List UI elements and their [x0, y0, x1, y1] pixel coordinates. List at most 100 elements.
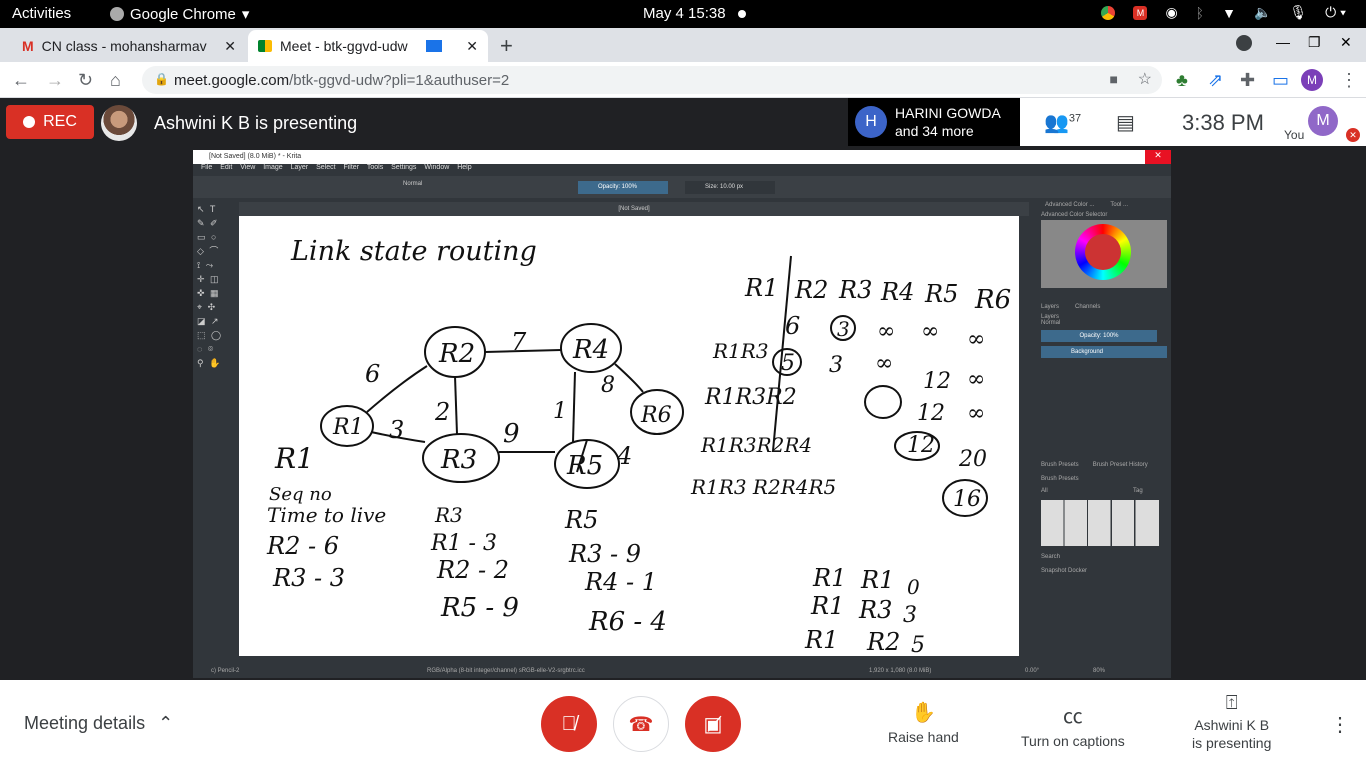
tab-gmail[interactable]: M CN class - mohansharmav ✕: [12, 30, 246, 62]
minimize-icon[interactable]: —: [1276, 34, 1290, 50]
you-label: You: [1284, 128, 1305, 142]
self-avatar[interactable]: M: [1308, 106, 1338, 136]
microphone-icon[interactable]: 🎙: [1289, 4, 1307, 21]
layer-blend-select[interactable]: Normal: [1037, 320, 1171, 326]
clock[interactable]: May 4 15:38: [643, 5, 747, 22]
meet-controls-bar: Meeting details ⌃ 🎙̸ ☎ ▣̸ ✋ Raise hand ㏄ T…: [0, 680, 1366, 768]
back-icon[interactable]: ←: [12, 70, 30, 91]
table-cell: 6: [785, 312, 800, 340]
edge-cost: 7: [511, 328, 527, 356]
note-line: Seq no: [269, 484, 332, 505]
system-tray[interactable]: M ◉ ᛒ ▼ 🔈 🎙 ⏻ ▾: [1101, 4, 1346, 21]
forward-icon[interactable]: →: [46, 70, 64, 91]
hand-icon: ✋: [910, 702, 936, 724]
close-tab-icon[interactable]: ✕: [466, 38, 478, 55]
opacity-slider[interactable]: Opacity: 100%: [578, 181, 668, 194]
tab-search-icon[interactable]: [1236, 35, 1252, 51]
reload-icon[interactable]: ↻: [78, 70, 93, 91]
cast-icon[interactable]: ▭: [1272, 70, 1289, 91]
address-bar[interactable]: 🔒 meet.google.com/btk-ggvd-udw?pli=1&aut…: [142, 66, 1162, 94]
brush-grid[interactable]: [1041, 500, 1159, 546]
dock-tab-tool[interactable]: Tool ...: [1110, 202, 1128, 208]
lock-icon: 🔒: [154, 72, 169, 86]
chrome-tray-icon[interactable]: [1101, 5, 1116, 20]
people-button[interactable]: 👥37: [1044, 110, 1081, 135]
activities-button[interactable]: Activities: [12, 5, 71, 22]
meeting-details-button[interactable]: Meeting details ⌃: [24, 713, 173, 734]
layer-row[interactable]: Background: [1041, 346, 1167, 358]
size-slider[interactable]: Size: 10.00 px: [685, 181, 775, 194]
result-cell: R2: [866, 628, 900, 656]
extensions-puzzle-icon[interactable]: ✚: [1240, 70, 1255, 91]
power-icon[interactable]: ⏻ ▾: [1325, 4, 1346, 21]
document-tab[interactable]: [Not Saved]: [239, 202, 1029, 216]
note-line: R1 - 3: [430, 531, 497, 556]
table-cell: 20: [958, 447, 987, 472]
presentation-button[interactable]: ⍐ Ashwini K B is presenting: [1192, 693, 1271, 752]
node-label: R5: [566, 451, 603, 481]
result-cell: 3: [903, 603, 917, 628]
tab-brush-history[interactable]: Brush Preset History: [1093, 462, 1148, 468]
close-tab-icon[interactable]: ✕: [224, 38, 236, 55]
camera-blocked-icon[interactable]: ■: [1110, 71, 1118, 87]
close-window-icon[interactable]: ✕: [1340, 34, 1352, 51]
krita-window: [Not Saved] (8.0 MiB) * - Krita ✕ File E…: [193, 150, 1171, 678]
gmail-tray-icon[interactable]: M: [1133, 5, 1148, 20]
recording-badge[interactable]: REC: [6, 105, 94, 139]
chat-icon[interactable]: ▤: [1116, 110, 1135, 135]
krita-menu-bar[interactable]: File Edit View Image Layer Select Filter…: [193, 164, 1171, 176]
blend-mode-select[interactable]: Normal: [403, 181, 422, 187]
table-header-cell: R2: [794, 276, 828, 304]
tab-channels[interactable]: Channels: [1075, 304, 1100, 310]
camera-off-icon: ▣̸: [703, 713, 723, 736]
home-icon[interactable]: ⌂: [110, 70, 121, 91]
color-selector[interactable]: [1041, 220, 1167, 288]
edge-r4-r5: [572, 371, 576, 443]
camera-toggle-button[interactable]: ▣̸: [685, 696, 741, 752]
leave-call-button[interactable]: ☎: [613, 696, 669, 752]
color-triangle[interactable]: [1085, 234, 1121, 270]
edge-cost: 8: [601, 373, 615, 398]
more-options-icon[interactable]: ⋮: [1330, 712, 1350, 737]
presenting-label: Ashwini K B is presenting: [154, 113, 358, 133]
tab-strip: M CN class - mohansharmav ✕ Meet - btk-g…: [0, 28, 1366, 62]
app-menu[interactable]: Google Chrome ▾: [110, 5, 249, 23]
edge-cost: 3: [389, 416, 404, 444]
krita-close-icon[interactable]: ✕: [1145, 150, 1171, 164]
tab-meet[interactable]: Meet - btk-ggvd-udw ✕: [248, 30, 488, 62]
profile-avatar[interactable]: M: [1301, 69, 1323, 91]
layer-opacity-slider[interactable]: Opacity: 100%: [1041, 330, 1157, 342]
captions-button[interactable]: ㏄ Turn on captions: [1021, 700, 1125, 749]
handwritten-drawing: Link state routing R2 R4 R1 R6 R3 R5 6 3…: [266, 236, 1011, 658]
tab-brush-presets[interactable]: Brush Presets: [1041, 462, 1079, 468]
result-cell: 5: [911, 633, 925, 656]
wifi-icon[interactable]: ▼: [1222, 5, 1236, 21]
note-line: R3 - 9: [568, 540, 641, 568]
table-cell: ∞: [877, 319, 895, 344]
brush-tag-select[interactable]: Tag: [1133, 488, 1143, 494]
bluetooth-icon[interactable]: ᛒ: [1196, 5, 1204, 21]
participant-tile[interactable]: H HARINI GOWDA and 34 more: [848, 98, 1020, 146]
volume-icon[interactable]: 🔈: [1254, 4, 1271, 21]
bookmark-star-icon[interactable]: ☆: [1138, 69, 1152, 89]
krita-toolbar: Normal Opacity: 100% Size: 10.00 px: [193, 176, 1171, 198]
brush-filter-select[interactable]: All: [1041, 488, 1121, 494]
table-cell: 12: [923, 369, 951, 394]
tab-layers[interactable]: Layers: [1041, 304, 1059, 310]
mic-toggle-button[interactable]: 🎙̸: [541, 696, 597, 752]
record-tray-icon[interactable]: ◉: [1165, 4, 1177, 21]
raise-hand-button[interactable]: ✋ Raise hand: [888, 700, 959, 745]
krita-toolbox[interactable]: ↖ T ✎ ✐ ▭ ○ ◇ ⌒ ⟟ ⤳ ✛ ◫ ✜ ▦ ⌖ ✣ ◪ ↗ ⬚ ◯ …: [193, 198, 229, 658]
table-cell: 16: [953, 487, 981, 512]
chrome-menu-icon[interactable]: ⋮: [1340, 70, 1358, 91]
extension-arrow-icon[interactable]: ⇗: [1208, 70, 1223, 91]
app-name: Google Chrome: [130, 5, 236, 23]
new-tab-button[interactable]: +: [500, 33, 513, 59]
note-line: R3 - 3: [272, 564, 345, 592]
note-line: R4 - 1: [584, 568, 657, 596]
extension-tree-icon[interactable]: ♣: [1176, 70, 1188, 91]
result-cell: R3: [858, 596, 892, 624]
drawing-canvas[interactable]: Link state routing R2 R4 R1 R6 R3 R5 6 3…: [239, 216, 1019, 658]
dock-tab-color[interactable]: Advanced Color ...: [1045, 202, 1094, 208]
maximize-icon[interactable]: ❐: [1308, 34, 1321, 51]
